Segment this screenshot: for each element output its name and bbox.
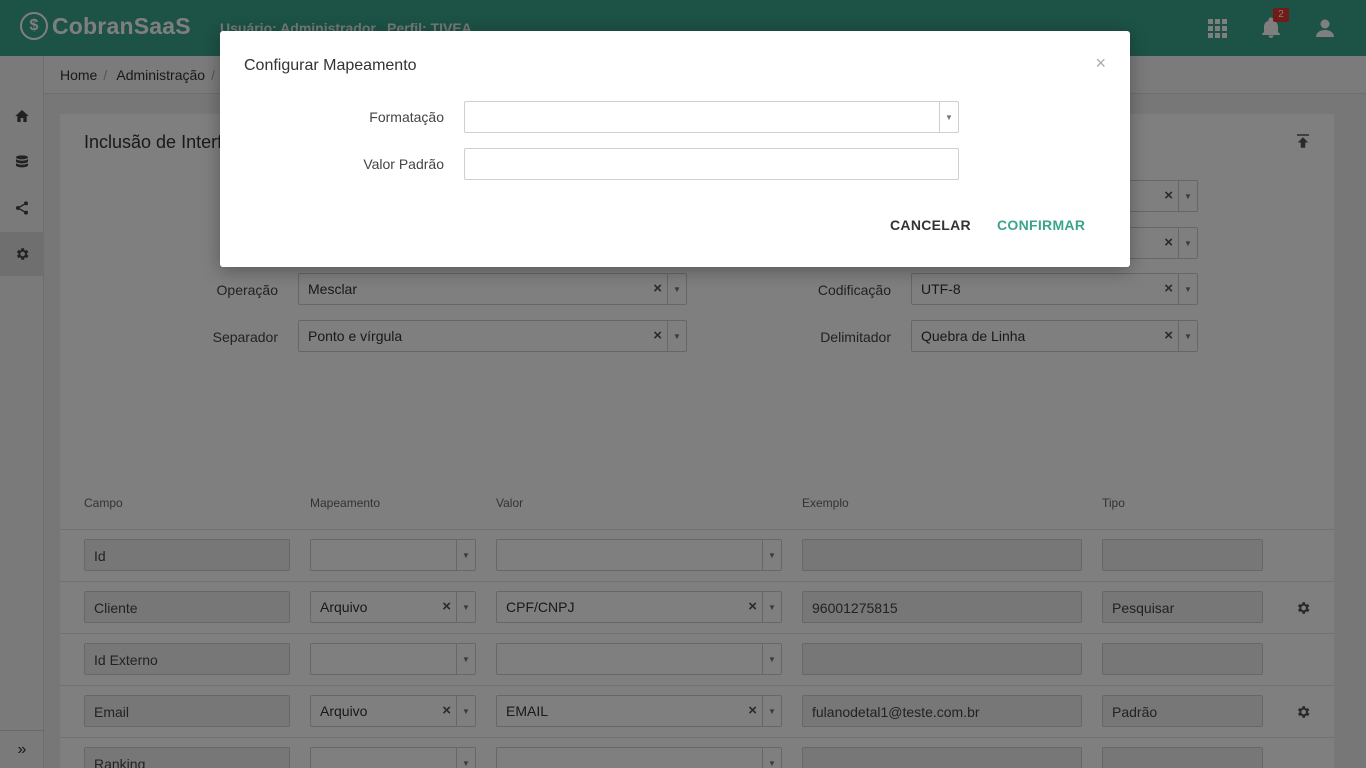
cancel-button[interactable]: CANCELAR — [890, 217, 971, 233]
formatacao-label: Formatação — [369, 109, 444, 125]
modal-title: Configurar Mapeamento — [244, 57, 417, 74]
close-icon[interactable]: × — [1095, 53, 1106, 74]
chevron-down-icon[interactable]: ▼ — [939, 102, 958, 132]
formatacao-select[interactable]: ▼ — [464, 101, 959, 133]
configurar-mapeamento-modal: Configurar Mapeamento × Formatação ▼ Val… — [220, 31, 1130, 267]
confirm-button[interactable]: CONFIRMAR — [997, 217, 1085, 233]
valor-padrao-input[interactable] — [464, 148, 959, 180]
valor-padrao-label: Valor Padrão — [363, 156, 444, 172]
